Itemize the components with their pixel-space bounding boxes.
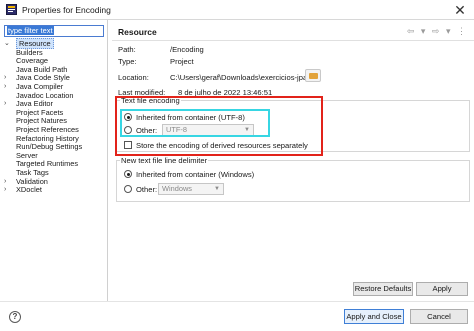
folder-icon: [309, 73, 318, 79]
apply-button[interactable]: Apply: [416, 282, 468, 296]
line-delimiter-label: New text file line delimiter: [120, 156, 209, 165]
page-title: Resource: [118, 27, 157, 37]
chevron-right-icon[interactable]: ›: [4, 186, 6, 195]
apply-and-close-button[interactable]: Apply and Close: [344, 309, 404, 324]
type-row: Type: Project: [118, 57, 194, 66]
text-encoding-highlight: [115, 96, 323, 156]
tree-item-xdoclet[interactable]: › XDoclet: [2, 185, 106, 195]
chevron-right-icon[interactable]: ›: [4, 74, 6, 83]
sidebar: type filter text ⌄ Resource Builders Cove…: [0, 20, 108, 301]
title-bar: Properties for Encoding ✕: [0, 0, 474, 20]
chevron-right-icon[interactable]: ›: [4, 178, 6, 187]
close-icon[interactable]: ✕: [452, 2, 468, 18]
page-header: Resource ⇦ ▾ ⇨ ▾ ⋮: [112, 23, 474, 41]
show-in-explorer-button[interactable]: [305, 69, 321, 82]
chevron-down-icon: ▼: [214, 186, 220, 192]
resource-page: Resource ⇦ ▾ ⇨ ▾ ⋮ Path:/Encoding Type: P…: [112, 20, 474, 301]
help-icon[interactable]: ?: [9, 311, 21, 323]
location-row: Location: C:\Users\geraf\Downloads\exerci…: [118, 73, 308, 82]
cancel-button[interactable]: Cancel: [410, 309, 468, 324]
eclipse-app-icon: [6, 4, 17, 15]
line-delimiter-group: [116, 160, 470, 202]
back-forward-menu-icons[interactable]: ⇦ ▾ ⇨ ▾ ⋮: [407, 26, 468, 37]
chevron-down-icon[interactable]: ⌄: [4, 40, 10, 49]
chevron-right-icon[interactable]: ›: [4, 100, 6, 109]
delimiter-other-radio[interactable]: [124, 185, 132, 193]
dialog-footer: ? Apply and Close Cancel: [0, 301, 474, 331]
chevron-right-icon[interactable]: ›: [4, 83, 6, 92]
path-row: Path:/Encoding: [118, 45, 204, 54]
delimiter-other-label[interactable]: Other:: [136, 185, 157, 194]
filter-input[interactable]: type filter text: [4, 25, 104, 37]
window-title: Properties for Encoding: [22, 5, 111, 15]
delimiter-inherited-radio[interactable]: [124, 170, 132, 178]
filter-input-text: type filter text: [7, 26, 54, 35]
type-value: Project: [170, 57, 194, 66]
restore-defaults-button[interactable]: Restore Defaults: [353, 282, 413, 296]
delimiter-inherited-label[interactable]: Inherited from container (Windows): [136, 170, 254, 179]
delimiter-other-select[interactable]: Windows ▼: [158, 183, 224, 195]
location-value: C:\Users\geraf\Downloads\exercicios-jpa: [170, 73, 308, 82]
property-page-tree: ⌄ Resource Builders Coverage Java Build P…: [2, 38, 106, 195]
path-value: /Encoding: [170, 45, 204, 54]
